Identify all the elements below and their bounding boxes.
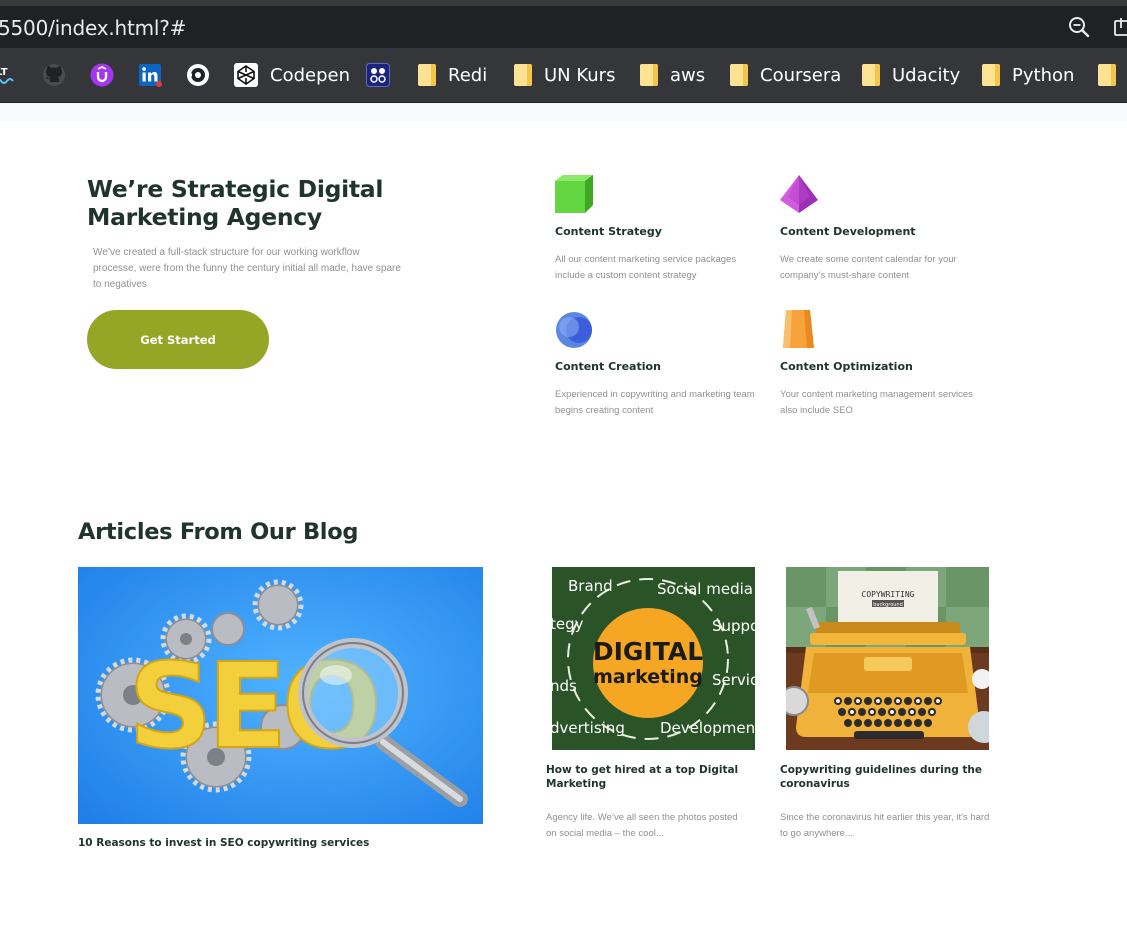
purple-pyramid-icon: [780, 175, 818, 213]
wave-icon: LT: [0, 67, 14, 84]
codepen-icon: [234, 63, 258, 87]
folder-icon: [514, 64, 532, 86]
bookmark-label: Codepen: [270, 64, 350, 86]
chalk-word: nds: [552, 677, 577, 695]
bookmark-udemy[interactable]: [90, 61, 114, 89]
svg-text:LT: LT: [0, 67, 8, 78]
blog-section-title: Articles From Our Blog: [78, 519, 359, 545]
chalk-center-word: marketing: [593, 666, 703, 688]
address-bar[interactable]: 5500/index.html?#: [0, 6, 1127, 48]
feature-text: Your content marketing management servic…: [780, 389, 973, 416]
chalk-word: Development: [660, 719, 755, 737]
bookmark-folder-redi[interactable]: Redi: [418, 61, 487, 89]
feature-title: Content Creation: [555, 360, 661, 373]
linkedin-icon: [139, 64, 162, 87]
feature-text: Experienced in copywriting and marketing…: [555, 389, 755, 416]
bookmark-cut-off[interactable]: LT: [0, 61, 18, 89]
folder-icon: [640, 64, 658, 86]
bookmark-label: Redi: [448, 64, 488, 86]
install-app-icon[interactable]: [1112, 16, 1127, 38]
bookmark-github[interactable]: [42, 61, 66, 89]
folder-icon: [730, 64, 748, 86]
chalk-word: Suppo: [712, 617, 755, 635]
digital-marketing-illustration: Brand Social media tegy Suppo nds Servic…: [552, 567, 755, 750]
circleci-icon: [187, 64, 209, 86]
post-image-seo[interactable]: SEO: [78, 567, 483, 824]
post-image-copywriting[interactable]: COPYWRITING background: [786, 567, 989, 750]
paper-heading: COPYWRITING: [862, 590, 915, 599]
bookmark-folder-coursera[interactable]: Coursera: [730, 61, 841, 89]
bookmark-linkedin[interactable]: [138, 61, 162, 89]
bookmark-folder-aws[interactable]: aws: [640, 61, 705, 89]
folder-icon: [982, 64, 1000, 86]
udemy-icon: [90, 63, 114, 87]
seo-illustration: SEO: [78, 567, 483, 824]
post-title[interactable]: How to get hired at a top Digital Market…: [546, 763, 761, 791]
typewriter-illustration: COPYWRITING background: [786, 567, 989, 750]
feature-title: Content Optimization: [780, 360, 913, 373]
bookmark-label: Udacity: [892, 64, 961, 86]
chalk-word: Brand: [568, 577, 613, 595]
green-cube-icon: [555, 175, 593, 213]
chalk-word: Social media: [657, 580, 753, 598]
folder-icon: [862, 64, 880, 86]
post-title[interactable]: 10 Reasons to invest in SEO copywriting …: [78, 836, 483, 850]
chalk-word: tegy: [552, 615, 584, 633]
chalk-center-word: DIGITAL: [593, 637, 703, 666]
bookmark-folder-more[interactable]: [1098, 61, 1116, 89]
post-excerpt: Since the coronavirus hit earlier this y…: [780, 812, 990, 839]
bookmark-folder-udacity[interactable]: Udacity: [862, 61, 960, 89]
bookmark-label: Coursera: [760, 64, 842, 86]
folder-icon: [418, 64, 436, 86]
bookmark-codepen[interactable]: Codepen: [234, 61, 350, 89]
hero-description: We’ve created a full-stack structure for…: [93, 247, 401, 290]
chalk-word: dvertising: [552, 719, 625, 737]
folder-icon: [1098, 64, 1116, 86]
get-started-button[interactable]: Get Started: [87, 310, 269, 369]
url-text[interactable]: 5500/index.html?#: [0, 16, 186, 40]
bookmark-folder-python[interactable]: Python: [982, 61, 1074, 89]
post-excerpt: Agency life. We’ve all seen the photos p…: [546, 812, 738, 839]
grid-app-icon: [366, 63, 390, 87]
bookmark-label: UN Kurs: [544, 64, 616, 86]
post-image-digital-marketing[interactable]: Brand Social media tegy Suppo nds Servic…: [552, 567, 755, 750]
post-title[interactable]: Copywriting guidelines during the corona…: [780, 763, 995, 791]
bookmark-app[interactable]: [366, 61, 390, 89]
bookmark-circleci[interactable]: [186, 61, 210, 89]
bookmark-folder-un-kurs[interactable]: UN Kurs: [514, 61, 615, 89]
bookmark-label: Python: [1012, 64, 1075, 86]
blue-sphere-icon: [556, 312, 592, 348]
paper-subheading: background: [873, 602, 903, 608]
hero-title: We’re Strategic Digital Marketing Agency: [87, 175, 384, 231]
feature-text: We create some content calendar for your…: [780, 254, 957, 281]
feature-text: All our content marketing service packag…: [555, 254, 737, 281]
orange-block-icon: [783, 310, 814, 348]
bookmarks-bar: LT: [0, 48, 1127, 103]
chalk-word: Servic: [712, 671, 755, 689]
page-top-band: [0, 103, 1127, 121]
zoom-icon[interactable]: [1066, 14, 1092, 40]
feature-title: Content Strategy: [555, 225, 662, 238]
bookmark-label: aws: [670, 64, 706, 86]
feature-title: Content Development: [780, 225, 916, 238]
github-icon: [43, 64, 65, 86]
